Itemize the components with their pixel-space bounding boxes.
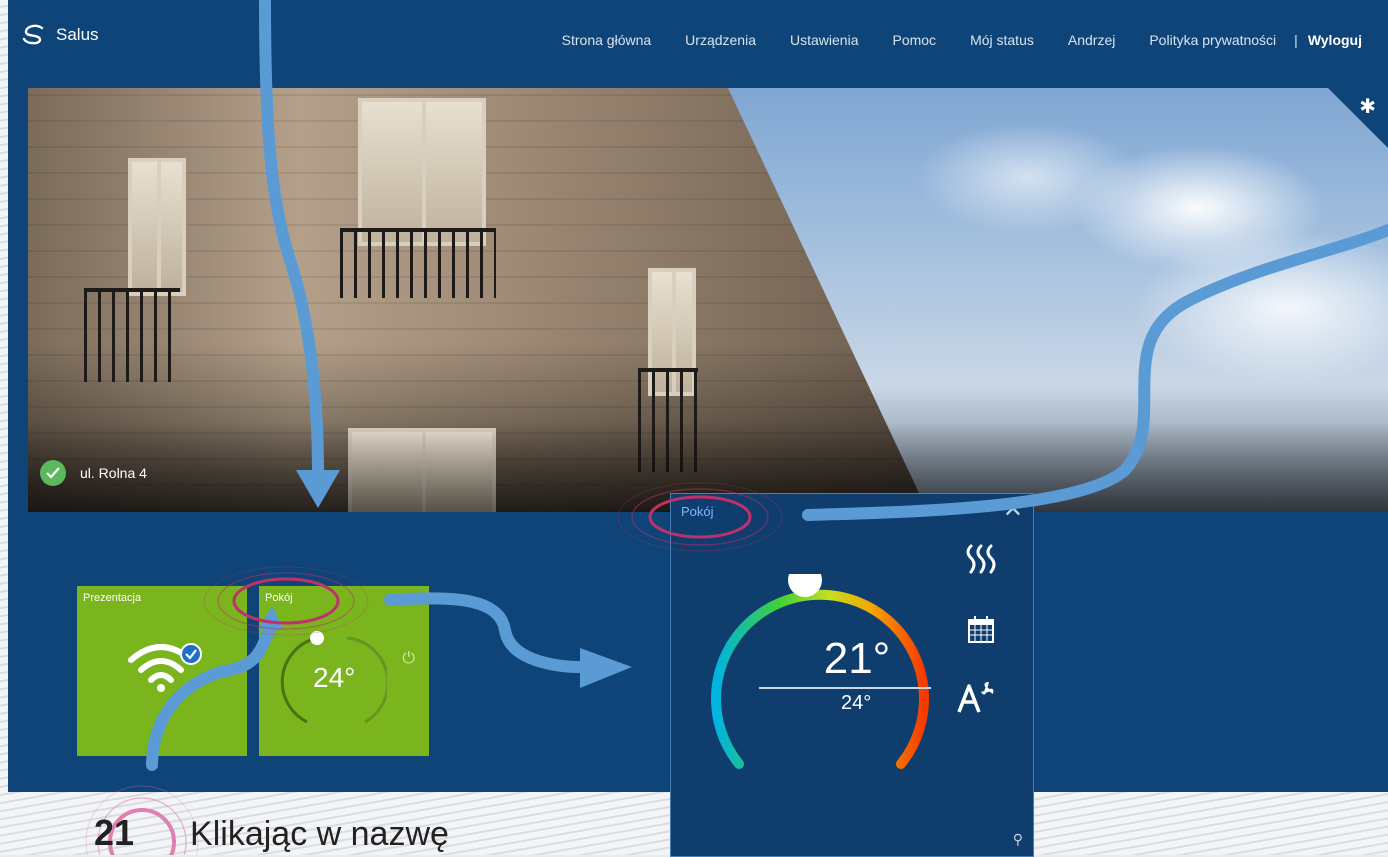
- step-number: 21: [94, 812, 135, 853]
- arrow-head: [296, 470, 340, 508]
- arrow-head: [258, 606, 284, 630]
- annotation-arrow: [802, 224, 1388, 521]
- annotation-arrow: [259, 0, 324, 476]
- highlight-ring: [232, 577, 340, 625]
- highlight-ring: [648, 495, 752, 539]
- tutorial-caption: 21 Klikając w nazwę: [94, 812, 449, 854]
- arrow-head: [580, 648, 632, 688]
- tutorial-annotations: [85, 0, 1388, 855]
- annotation-arrow: [384, 592, 596, 674]
- annotation-arrow: [146, 624, 276, 771]
- step-text: Klikając w nazwę: [190, 815, 449, 853]
